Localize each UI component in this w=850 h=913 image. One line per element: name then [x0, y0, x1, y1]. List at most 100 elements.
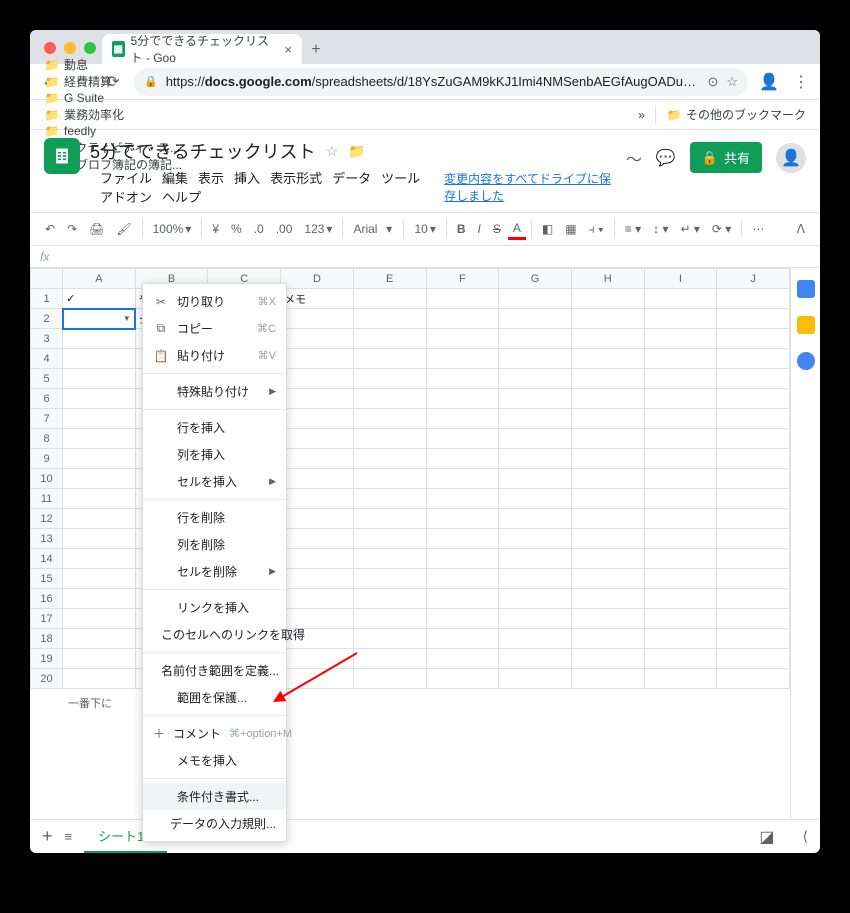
cell[interactable]	[499, 469, 572, 489]
cell[interactable]	[717, 429, 790, 449]
column-header[interactable]: I	[644, 269, 717, 289]
menu-item[interactable]: 表示形式	[265, 169, 327, 188]
forward-button[interactable]: →	[70, 73, 92, 91]
cell[interactable]	[644, 289, 717, 309]
cell[interactable]	[571, 529, 644, 549]
menu-item[interactable]: アドオン	[95, 188, 157, 207]
cell[interactable]	[644, 529, 717, 549]
cell[interactable]	[426, 509, 499, 529]
dropdown-arrow-icon[interactable]: ▼	[123, 314, 132, 323]
add-sheet-button[interactable]: +	[42, 826, 53, 847]
cell[interactable]	[353, 429, 426, 449]
cell[interactable]	[644, 409, 717, 429]
cell[interactable]	[717, 289, 790, 309]
column-header[interactable]: E	[353, 269, 426, 289]
star-doc-icon[interactable]: ☆	[326, 143, 339, 160]
cell[interactable]	[571, 369, 644, 389]
cell[interactable]: ▼	[63, 309, 136, 329]
all-sheets-button[interactable]: ≡	[65, 829, 73, 844]
cell[interactable]	[426, 389, 499, 409]
cell[interactable]	[644, 649, 717, 669]
calendar-addon-icon[interactable]	[797, 280, 815, 298]
cell[interactable]	[644, 349, 717, 369]
cell[interactable]	[281, 469, 354, 489]
cell[interactable]	[63, 629, 136, 649]
cell[interactable]	[644, 489, 717, 509]
cell[interactable]	[353, 329, 426, 349]
cell[interactable]	[571, 669, 644, 689]
cell[interactable]	[717, 409, 790, 429]
strike-button[interactable]: S	[488, 219, 506, 239]
cell[interactable]	[353, 509, 426, 529]
row-header[interactable]: 15	[31, 569, 63, 589]
valign-button[interactable]: ↕ ▾	[648, 219, 673, 239]
cell[interactable]	[426, 669, 499, 689]
cell[interactable]	[63, 569, 136, 589]
cell[interactable]	[426, 289, 499, 309]
cell[interactable]	[426, 309, 499, 329]
cell[interactable]	[426, 569, 499, 589]
cell[interactable]	[644, 429, 717, 449]
cell[interactable]	[717, 369, 790, 389]
italic-button[interactable]: I	[473, 219, 486, 239]
cell[interactable]	[717, 469, 790, 489]
cell[interactable]	[499, 309, 572, 329]
cell[interactable]	[426, 649, 499, 669]
cell[interactable]	[571, 509, 644, 529]
more-formats[interactable]: 123▾	[299, 219, 337, 239]
row-header[interactable]: 9	[31, 449, 63, 469]
cell[interactable]	[426, 349, 499, 369]
undo-button[interactable]: ↶	[40, 219, 60, 239]
rotate-button[interactable]: ⟳ ▾	[707, 219, 736, 239]
zoom-select[interactable]: 100% ▾	[148, 219, 197, 239]
cell[interactable]	[571, 629, 644, 649]
cell[interactable]	[571, 469, 644, 489]
cell[interactable]	[353, 649, 426, 669]
cell[interactable]	[644, 629, 717, 649]
cell[interactable]	[426, 449, 499, 469]
cell[interactable]	[426, 469, 499, 489]
font-size-select[interactable]: 10 ▾	[409, 219, 440, 239]
cell[interactable]	[644, 309, 717, 329]
row-header[interactable]: 19	[31, 649, 63, 669]
explore-button[interactable]: ◪	[759, 827, 774, 847]
row-header[interactable]: 14	[31, 549, 63, 569]
cell[interactable]	[499, 429, 572, 449]
cell[interactable]	[571, 309, 644, 329]
cell[interactable]	[281, 409, 354, 429]
cell[interactable]	[717, 629, 790, 649]
column-header[interactable]: A	[63, 269, 136, 289]
share-button[interactable]: 🔒共有	[690, 142, 762, 173]
cell[interactable]	[717, 329, 790, 349]
row-header[interactable]: 20	[31, 669, 63, 689]
cell[interactable]	[644, 389, 717, 409]
sidebar-toggle[interactable]: ⟨	[803, 828, 808, 845]
redo-button[interactable]: ↷	[62, 219, 82, 239]
row-header[interactable]: 3	[31, 329, 63, 349]
format-percent[interactable]: %	[226, 219, 247, 239]
fill-color-button[interactable]: ◧	[537, 219, 558, 239]
cell[interactable]	[717, 309, 790, 329]
column-header[interactable]: J	[717, 269, 790, 289]
close-tab-icon[interactable]: ×	[284, 42, 292, 57]
maximize-window-button[interactable]	[84, 42, 96, 54]
cell[interactable]	[353, 589, 426, 609]
bookmarks-overflow[interactable]: »	[632, 108, 651, 122]
context-menu-item[interactable]: セルを挿入▶	[143, 468, 286, 495]
cell[interactable]	[63, 369, 136, 389]
context-menu-item[interactable]: 範囲を保護...	[143, 684, 286, 711]
cell[interactable]	[353, 449, 426, 469]
activity-icon[interactable]: 〜	[626, 146, 642, 170]
cell[interactable]	[353, 349, 426, 369]
text-color-button[interactable]: A	[508, 219, 526, 240]
context-menu-item[interactable]: このセルへのリンクを取得	[143, 621, 286, 648]
cell[interactable]	[644, 609, 717, 629]
cell[interactable]	[281, 489, 354, 509]
cell[interactable]	[426, 589, 499, 609]
bold-button[interactable]: B	[452, 219, 471, 239]
cell[interactable]	[426, 529, 499, 549]
menu-item[interactable]: ツール	[376, 169, 425, 188]
cell[interactable]	[353, 529, 426, 549]
increase-decimal[interactable]: .00	[271, 219, 298, 239]
cell[interactable]	[499, 529, 572, 549]
